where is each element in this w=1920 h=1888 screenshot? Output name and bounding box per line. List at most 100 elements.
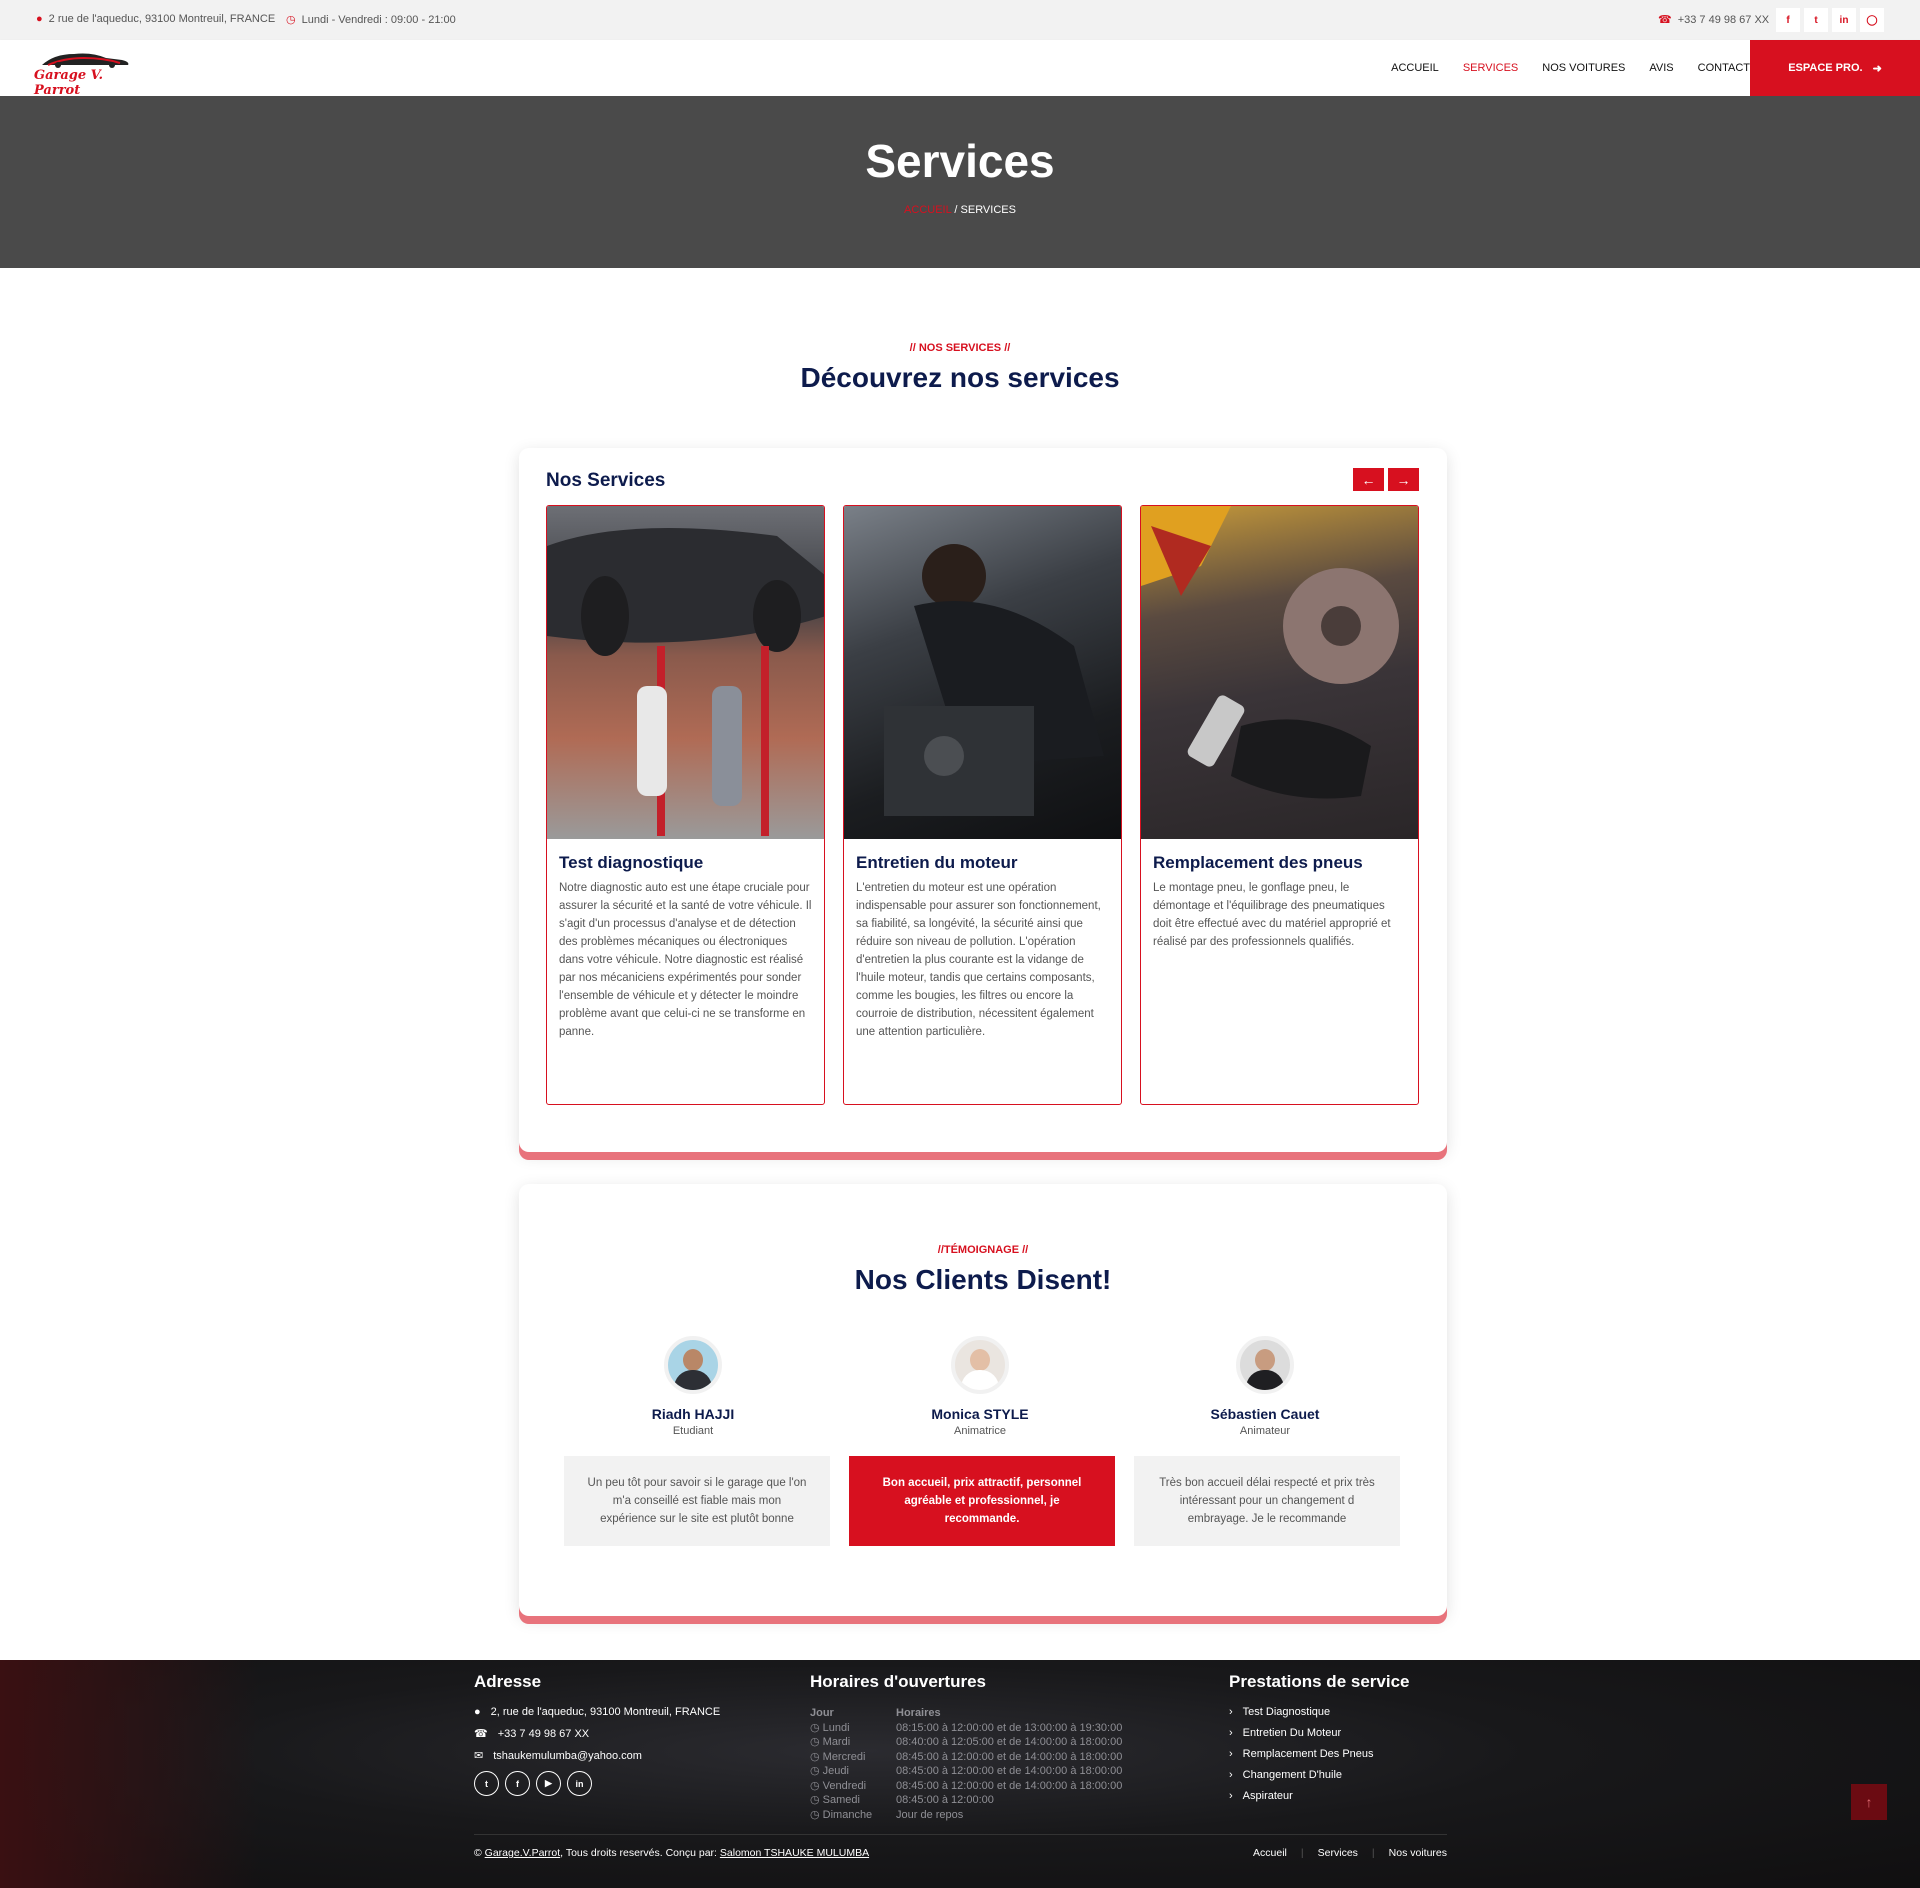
nav-item-nos-voitures[interactable]: NOS VOITURES <box>1542 62 1625 74</box>
hours-row: ◷ Jeudi 08:45:00 à 12:00:00 et de 14:00:0… <box>810 1764 1122 1779</box>
arrow-up-icon: ↑ <box>1865 1794 1873 1810</box>
chevron-right-icon: › <box>1229 1727 1233 1739</box>
espace-pro-button[interactable]: ESPACE PRO. ➜ <box>1750 40 1920 96</box>
phone-icon: ☎ <box>1658 14 1672 26</box>
nav-item-avis[interactable]: AVIS <box>1649 62 1673 74</box>
testimonial-person: Monica STYLE Animatrice <box>849 1336 1111 1437</box>
top-bar: ● 2 rue de l'aqueduc, 93100 Montreuil, F… <box>0 0 1920 40</box>
clock-icon: ◷ <box>810 1779 823 1792</box>
footer-service-link[interactable]: › Remplacement Des Pneus <box>1229 1748 1409 1760</box>
top-phone: ☎ +33 7 49 98 67 XX <box>1658 13 1769 27</box>
espace-pro-label: ESPACE PRO. <box>1788 62 1863 74</box>
services-panel-title: Nos Services <box>546 470 666 491</box>
top-address-text: 2 rue de l'aqueduc, 93100 Montreuil, FRA… <box>48 13 276 25</box>
footer-services-title: Prestations de service <box>1229 1672 1410 1691</box>
service-card[interactable]: Remplacement des pneus Le montage pneu, … <box>1140 505 1419 1105</box>
breadcrumb-home[interactable]: ACCUEIL <box>904 204 951 216</box>
instagram-icon[interactable]: ◯ <box>1860 8 1884 32</box>
testimonials-eyebrow: //TÉMOIGNAGE // <box>937 1244 1029 1256</box>
breadcrumb-separator: / <box>954 204 958 216</box>
nav-item-contact[interactable]: CONTACT <box>1698 62 1750 74</box>
hours-time-header: Horaires <box>896 1707 941 1719</box>
footer-services-column: Prestations de service › Test Diagnostiqu… <box>1229 1672 1409 1811</box>
avatar <box>664 1336 722 1394</box>
clock-icon: ◷ <box>810 1794 823 1806</box>
hours-row: ◷ Dimanche Jour de repos <box>810 1808 1122 1823</box>
hours-table: Jour Horaires ◷ Lundi 08:15:00 à 12:00:00… <box>810 1706 1122 1822</box>
chevron-right-icon: › <box>1229 1790 1233 1802</box>
footer-service-label: Aspirateur <box>1242 1790 1293 1802</box>
footer-phone: ☎ +33 7 49 98 67 XX <box>474 1727 720 1741</box>
footer-service-link[interactable]: › Test Diagnostique <box>1229 1706 1409 1718</box>
mechanic-illustration <box>884 544 1104 816</box>
services-eyebrow: // NOS SERVICES // <box>909 342 1011 354</box>
footer-link-services[interactable]: Services <box>1318 1847 1358 1859</box>
services-panel: Nos Services ← → Test diagnostique Notre… <box>519 448 1447 1152</box>
logo[interactable]: Garage V. Parrot <box>34 48 144 98</box>
hours-day: Vendredi <box>822 1779 867 1792</box>
clock-icon: ◷ <box>810 1736 823 1748</box>
logo-text: Garage V. Parrot <box>34 68 104 98</box>
facebook-icon[interactable]: f <box>505 1771 530 1796</box>
copyright-brand-link[interactable]: Garage.V.Parrot <box>485 1847 561 1859</box>
hours-day: Lundi <box>822 1721 850 1734</box>
twitter-icon[interactable]: t <box>1804 8 1828 32</box>
copyright-author-link[interactable]: Salomon TSHAUKE MULUMBA <box>720 1847 869 1859</box>
footer-link-accueil[interactable]: Accueil <box>1253 1847 1287 1859</box>
hours-row: ◷ Mercredi 08:45:00 à 12:00:00 et de 14:0… <box>810 1750 1122 1765</box>
footer-phone-text: +33 7 49 98 67 XX <box>497 1727 590 1740</box>
service-description: Le montage pneu, le gonflage pneu, le dé… <box>1153 882 1391 948</box>
service-photo-tyres <box>1141 506 1418 839</box>
nav-item-services[interactable]: SERVICES <box>1463 62 1518 74</box>
clock-icon: ◷ <box>810 1750 823 1763</box>
linkedin-icon[interactable]: in <box>1832 8 1856 32</box>
chevron-right-icon: › <box>1229 1769 1233 1781</box>
clock-icon: ◷ <box>810 1765 823 1777</box>
page-title: Services <box>865 135 1055 187</box>
nav-item-accueil[interactable]: ACCUEIL <box>1391 62 1439 74</box>
carousel-prev-button[interactable]: ← <box>1353 468 1384 491</box>
service-card[interactable]: Entretien du moteur L'entretien du moteu… <box>843 505 1122 1105</box>
testimonial-quote: Un peu tôt pour savoir si le garage que … <box>564 1456 830 1546</box>
footer-service-link[interactable]: › Entretien Du Moteur <box>1229 1727 1409 1739</box>
testimonials-panel: //TÉMOIGNAGE // Nos Clients Disent! Riad… <box>519 1184 1447 1616</box>
facebook-icon[interactable]: f <box>1776 8 1800 32</box>
envelope-icon: ✉ <box>474 1750 484 1762</box>
arrow-right-icon: → <box>1396 471 1411 488</box>
breadcrumb: ACCUEIL / SERVICES <box>0 204 1920 216</box>
person-name: Sébastien Cauet <box>1210 1406 1320 1422</box>
arrow-right-icon: ➜ <box>1872 62 1882 75</box>
twitter-icon[interactable]: t <box>474 1771 499 1796</box>
hours-time: 08:45:00 à 12:00:00 et de 14:00:00 à 18:… <box>896 1750 1123 1763</box>
footer-service-link[interactable]: › Aspirateur <box>1229 1790 1409 1802</box>
page-hero: Services ACCUEIL / SERVICES <box>0 96 1920 268</box>
hours-day: Dimanche <box>822 1808 873 1821</box>
footer-email-text[interactable]: tshaukemulumba@yahoo.com <box>493 1750 642 1762</box>
footer-service-label: Changement D'huile <box>1242 1769 1342 1781</box>
footer-service-label: Entretien Du Moteur <box>1242 1727 1342 1739</box>
footer-service-label: Test Diagnostique <box>1242 1706 1331 1718</box>
linkedin-icon[interactable]: in <box>567 1771 592 1796</box>
footer-link-nos-voitures[interactable]: Nos voitures <box>1389 1847 1447 1859</box>
back-to-top-button[interactable]: ↑ <box>1851 1784 1887 1820</box>
hours-row: ◷ Vendredi 08:45:00 à 12:00:00 et de 14:0… <box>810 1779 1122 1794</box>
hours-time: 08:45:00 à 12:00:00 et de 14:00:00 à 18:… <box>896 1765 1123 1777</box>
carousel-next-button[interactable]: → <box>1388 468 1419 491</box>
service-description: L'entretien du moteur est une opération … <box>856 882 1101 1038</box>
arrow-left-icon: ← <box>1361 471 1376 488</box>
car-on-lift-illustration <box>547 528 824 836</box>
footer-service-link[interactable]: › Changement D'huile <box>1229 1769 1409 1781</box>
footer: Adresse ● 2, rue de l'aqueduc, 93100 Mon… <box>0 1660 1920 1888</box>
clock-icon: ◷ <box>810 1808 823 1821</box>
service-card[interactable]: Test diagnostique Notre diagnostic auto … <box>546 505 825 1105</box>
top-hours-text: Lundi - Vendredi : 09:00 - 21:00 <box>301 13 456 26</box>
top-socials: f t in ◯ <box>1776 8 1884 32</box>
hours-time: 08:15:00 à 12:00:00 et de 13:00:00 à 19:… <box>896 1721 1123 1734</box>
copyright-text: , Tous droits reservés. Conçu par: <box>560 1847 717 1859</box>
person-role: Etudiant <box>672 1425 714 1437</box>
service-title: Entretien du moteur <box>856 853 1018 872</box>
youtube-icon[interactable]: ▶ <box>536 1771 561 1796</box>
footer-link-divider: | <box>1300 1847 1304 1859</box>
service-photo-engine <box>844 506 1121 839</box>
footer-link-divider: | <box>1371 1847 1375 1859</box>
